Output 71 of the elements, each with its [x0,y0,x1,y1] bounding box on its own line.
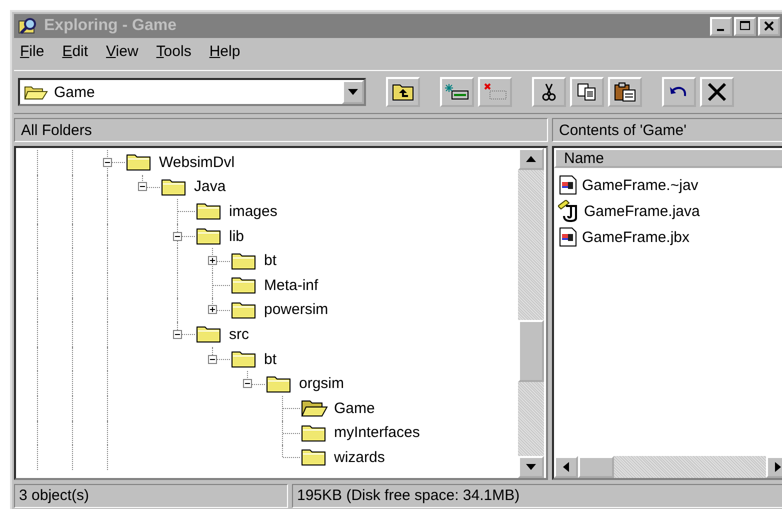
map-drive-button[interactable] [440,77,474,107]
expander-icon[interactable] [208,256,217,266]
address-combobox[interactable]: Game [18,78,366,106]
folder-label[interactable]: Game [334,400,375,417]
scroll-left-button[interactable] [554,456,578,478]
minimize-icon [716,29,724,31]
pane-header: Contents of 'Game' [552,118,782,142]
folder-label[interactable]: src [229,326,249,343]
menu-item[interactable]: Help [209,42,240,60]
folder-label[interactable]: images [229,202,278,220]
disconnect-drive-button[interactable] [478,77,512,107]
left-arrow-icon [563,462,569,472]
folder-label[interactable]: myInterfaces [334,424,420,442]
down-arrow-icon [526,464,536,470]
window-title: Exploring - Game [44,17,178,35]
magnifier-icon [18,17,38,35]
paste-button[interactable] [608,77,642,107]
file-name[interactable]: GameFrame.java [584,202,700,220]
menu-item[interactable]: View [106,42,138,60]
expander-icon[interactable] [243,379,252,388]
status-panel: 3 object(s) [14,484,288,508]
minimize-button[interactable] [710,16,732,36]
network-drive-icon [445,83,469,101]
scroll-down-button[interactable] [518,456,544,478]
expander-icon[interactable] [208,305,217,314]
delete-icon [707,82,727,102]
clipboard-icon [614,82,636,102]
scroll-thumb[interactable] [518,320,544,382]
copy-icon [577,83,597,101]
close-button[interactable] [758,16,780,36]
folder-label[interactable]: Meta-inf [264,276,318,294]
status-panel: 195KB (Disk free space: 34.1MB) [292,484,782,508]
menu-item[interactable]: File [20,42,44,60]
pane-header: All Folders [14,118,548,142]
folder-label[interactable]: bt [264,252,277,270]
maximize-icon [739,20,751,32]
cut-button[interactable] [532,77,566,107]
folder-label[interactable]: orgsim [299,375,344,392]
right-arrow-icon [775,462,781,472]
file-name[interactable]: GameFrame.jbx [582,228,690,246]
up-arrow-icon [526,156,536,162]
close-icon [763,20,775,32]
file-name[interactable]: GameFrame.~jav [582,176,698,194]
java-file-icon [558,200,580,222]
menu-item[interactable]: Tools [156,42,192,60]
folder-label[interactable]: WebsimDvl [159,154,235,171]
expander-icon[interactable] [173,330,182,339]
folder-label[interactable]: powersim [264,301,328,318]
delete-button[interactable] [700,77,734,107]
folder-label[interactable]: Java [194,178,226,196]
project-file-icon [558,175,578,195]
expander-icon[interactable] [103,158,112,167]
folder-label[interactable]: bt [264,350,277,368]
scissors-icon [541,83,557,101]
open-folder-icon [24,84,48,100]
scroll-thumb[interactable] [578,456,614,478]
copy-button[interactable] [570,77,604,107]
maximize-button[interactable] [734,16,756,36]
undo-button[interactable] [662,77,696,107]
up-folder-icon [392,83,414,101]
scroll-up-button[interactable] [518,148,544,170]
disconnect-drive-icon [483,83,507,101]
expander-icon[interactable] [208,354,217,364]
folder-label[interactable]: wizards [334,448,385,466]
expander-icon[interactable] [173,232,182,241]
up-folder-button[interactable] [386,77,420,107]
expander-icon[interactable] [138,182,147,192]
project-file-icon [558,227,578,247]
menu-item[interactable]: Edit [62,42,88,60]
folder-label[interactable]: lib [229,228,244,245]
column-header[interactable]: Name [554,148,782,168]
